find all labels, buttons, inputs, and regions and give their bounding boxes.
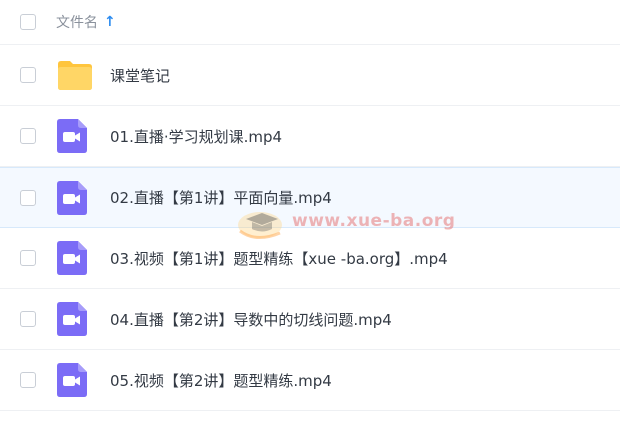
column-label: 文件名 (56, 15, 98, 31)
list-item[interactable]: 课堂笔记 (0, 45, 620, 106)
file-list: 文件名 ↑ 课堂笔记 01.直播·学习规划课.mp4 02.直播【第1讲】平面向… (0, 0, 620, 422)
row-checkbox[interactable] (20, 189, 36, 206)
file-name[interactable]: 05.视频【第2讲】题型精练.mp4 (110, 370, 332, 391)
video-icon (57, 180, 91, 215)
file-name[interactable]: 课堂笔记 (110, 65, 170, 86)
row-checkbox[interactable] (20, 67, 36, 83)
list-item[interactable]: 03.视频【第1讲】题型精练【xue -ba.org】.mp4 (0, 228, 620, 289)
row-checkbox[interactable] (20, 372, 36, 388)
list-item[interactable]: 01.直播·学习规划课.mp4 (0, 106, 620, 167)
file-name[interactable]: 03.视频【第1讲】题型精练【xue -ba.org】.mp4 (110, 248, 448, 269)
file-name[interactable]: 01.直播·学习规划课.mp4 (110, 126, 282, 147)
list-item[interactable]: 05.视频【第2讲】题型精练.mp4 (0, 350, 620, 411)
row-checkbox[interactable] (20, 250, 36, 266)
arrow-up-icon: ↑ (104, 14, 116, 30)
select-all-checkbox[interactable] (20, 14, 36, 30)
list-item[interactable]: 04.直播【第2讲】导数中的切线问题.mp4 (0, 289, 620, 350)
video-icon (57, 302, 91, 336)
video-icon (57, 241, 91, 275)
row-checkbox[interactable] (20, 311, 36, 327)
row-checkbox[interactable] (20, 128, 36, 144)
file-name[interactable]: 04.直播【第2讲】导数中的切线问题.mp4 (110, 309, 392, 330)
file-list-header: 文件名 ↑ (0, 0, 620, 45)
video-icon (57, 363, 91, 397)
video-icon (57, 119, 91, 153)
list-item[interactable]: 02.直播【第1讲】平面向量.mp4 (0, 167, 620, 228)
folder-icon (57, 58, 92, 92)
sort-by-name-header[interactable]: 文件名 ↑ (56, 12, 116, 32)
file-name[interactable]: 02.直播【第1讲】平面向量.mp4 (110, 187, 332, 208)
